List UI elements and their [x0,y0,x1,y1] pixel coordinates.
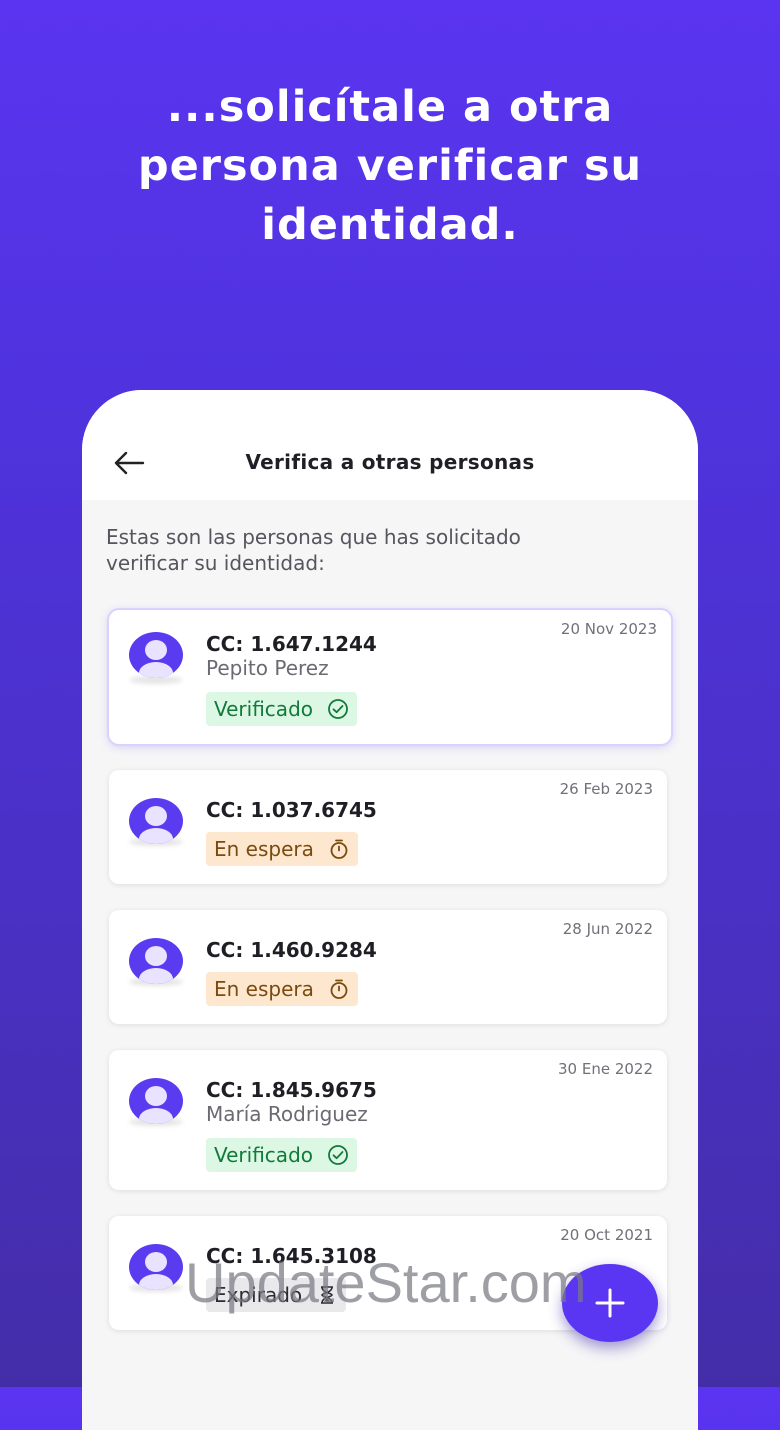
person-name: Pepito Perez [206,656,329,680]
watermark: UpdateStar.com [185,1251,587,1314]
request-date: 28 Jun 2022 [562,920,653,938]
stopwatch-icon [330,839,348,859]
status-badge: En espera [206,972,358,1006]
avatar [129,632,183,678]
avatar [129,798,183,844]
request-date: 30 Ene 2022 [557,1060,653,1078]
app-header: Verifica a otras personas [82,390,698,500]
request-card[interactable]: 30 Ene 2022 CC: 1.845.9675 María Rodrigu… [109,1050,667,1190]
stopwatch-icon [330,979,348,999]
request-card[interactable]: 26 Feb 2023 CC: 1.037.6745 En espera [109,770,667,884]
headline-line-2: persona verificar su [137,141,643,191]
status-badge: En espera [206,832,358,866]
check-circle-icon [328,699,348,719]
person-name: María Rodriguez [206,1102,368,1126]
headline-line-3: identidad. [261,200,519,250]
document-number: CC: 1.037.6745 [206,798,377,822]
intro-text: Estas son las personas que has solicitad… [106,524,646,576]
headline: ...solicítale a otra persona verificar s… [60,78,720,255]
document-number: CC: 1.460.9284 [206,938,377,962]
avatar [129,1078,183,1124]
request-card[interactable]: 28 Jun 2022 CC: 1.460.9284 En espera [109,910,667,1024]
intro-line-2: verificar su identidad: [106,551,325,575]
status-label: En espera [214,977,314,1001]
status-badge: Verificado [206,1138,357,1172]
status-label: Verificado [214,1143,313,1167]
request-card[interactable]: 20 Nov 2023 CC: 1.647.1244 Pepito Perez … [109,610,671,744]
avatar [129,938,183,984]
plus-icon [595,1288,625,1318]
document-number: CC: 1.845.9675 [206,1078,377,1102]
document-number: CC: 1.647.1244 [206,632,377,656]
request-date: 26 Feb 2023 [559,780,653,798]
intro-line-1: Estas son las personas que has solicitad… [106,525,521,549]
check-circle-icon [328,1145,348,1165]
status-badge: Verificado [206,692,357,726]
status-label: Verificado [214,697,313,721]
request-date: 20 Nov 2023 [560,620,657,638]
page-title: Verifica a otras personas [245,450,535,474]
status-label: En espera [214,837,314,861]
request-date: 20 Oct 2021 [560,1226,653,1244]
avatar [129,1244,183,1290]
headline-line-1: ...solicítale a otra [166,82,614,132]
